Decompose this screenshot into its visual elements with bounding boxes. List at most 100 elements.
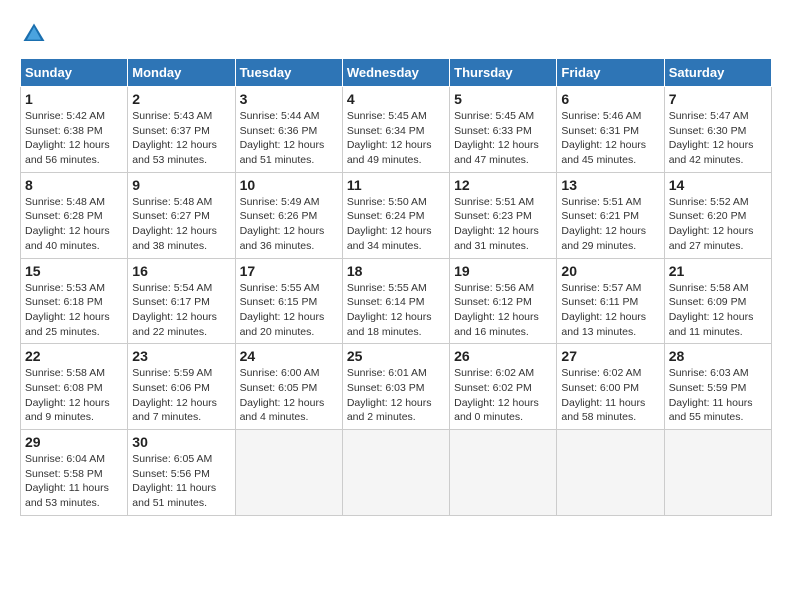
day-info: Sunrise: 5:47 AMSunset: 6:30 PMDaylight:… bbox=[669, 109, 767, 168]
day-number: 14 bbox=[669, 177, 767, 193]
day-number: 17 bbox=[240, 263, 338, 279]
day-number: 13 bbox=[561, 177, 659, 193]
day-info: Sunrise: 6:04 AMSunset: 5:58 PMDaylight:… bbox=[25, 452, 123, 511]
day-info: Sunrise: 5:58 AMSunset: 6:09 PMDaylight:… bbox=[669, 281, 767, 340]
day-info: Sunrise: 5:51 AMSunset: 6:21 PMDaylight:… bbox=[561, 195, 659, 254]
weekday-header-friday: Friday bbox=[557, 59, 664, 87]
day-info: Sunrise: 6:03 AMSunset: 5:59 PMDaylight:… bbox=[669, 366, 767, 425]
day-number: 18 bbox=[347, 263, 445, 279]
empty-cell bbox=[664, 430, 771, 516]
calendar-day-13: 13 Sunrise: 5:51 AMSunset: 6:21 PMDayligh… bbox=[557, 172, 664, 258]
calendar-day-9: 9 Sunrise: 5:48 AMSunset: 6:27 PMDaylight… bbox=[128, 172, 235, 258]
day-number: 4 bbox=[347, 91, 445, 107]
day-number: 6 bbox=[561, 91, 659, 107]
day-number: 25 bbox=[347, 348, 445, 364]
empty-cell bbox=[450, 430, 557, 516]
day-info: Sunrise: 5:43 AMSunset: 6:37 PMDaylight:… bbox=[132, 109, 230, 168]
calendar-day-23: 23 Sunrise: 5:59 AMSunset: 6:06 PMDayligh… bbox=[128, 344, 235, 430]
weekday-header-thursday: Thursday bbox=[450, 59, 557, 87]
calendar-day-2: 2 Sunrise: 5:43 AMSunset: 6:37 PMDaylight… bbox=[128, 87, 235, 173]
calendar-day-6: 6 Sunrise: 5:46 AMSunset: 6:31 PMDaylight… bbox=[557, 87, 664, 173]
day-number: 30 bbox=[132, 434, 230, 450]
weekday-header-row: SundayMondayTuesdayWednesdayThursdayFrid… bbox=[21, 59, 772, 87]
logo bbox=[20, 20, 52, 48]
day-info: Sunrise: 5:51 AMSunset: 6:23 PMDaylight:… bbox=[454, 195, 552, 254]
day-number: 15 bbox=[25, 263, 123, 279]
day-info: Sunrise: 5:48 AMSunset: 6:27 PMDaylight:… bbox=[132, 195, 230, 254]
day-number: 11 bbox=[347, 177, 445, 193]
day-info: Sunrise: 5:54 AMSunset: 6:17 PMDaylight:… bbox=[132, 281, 230, 340]
calendar-row: 8 Sunrise: 5:48 AMSunset: 6:28 PMDaylight… bbox=[21, 172, 772, 258]
day-number: 8 bbox=[25, 177, 123, 193]
day-info: Sunrise: 5:48 AMSunset: 6:28 PMDaylight:… bbox=[25, 195, 123, 254]
empty-cell bbox=[557, 430, 664, 516]
calendar-day-8: 8 Sunrise: 5:48 AMSunset: 6:28 PMDaylight… bbox=[21, 172, 128, 258]
calendar-day-27: 27 Sunrise: 6:02 AMSunset: 6:00 PMDayligh… bbox=[557, 344, 664, 430]
day-number: 7 bbox=[669, 91, 767, 107]
day-info: Sunrise: 6:02 AMSunset: 6:00 PMDaylight:… bbox=[561, 366, 659, 425]
calendar-day-30: 30 Sunrise: 6:05 AMSunset: 5:56 PMDayligh… bbox=[128, 430, 235, 516]
calendar-day-3: 3Sunrise: 5:44 AMSunset: 6:36 PMDaylight… bbox=[235, 87, 342, 173]
day-number: 3 bbox=[240, 91, 338, 107]
calendar-day-15: 15 Sunrise: 5:53 AMSunset: 6:18 PMDayligh… bbox=[21, 258, 128, 344]
day-number: 24 bbox=[240, 348, 338, 364]
day-info: Sunrise: 5:50 AMSunset: 6:24 PMDaylight:… bbox=[347, 195, 445, 254]
day-info: Sunrise: 5:53 AMSunset: 6:18 PMDaylight:… bbox=[25, 281, 123, 340]
day-info: Sunrise: 5:45 AMSunset: 6:33 PMDaylight:… bbox=[454, 109, 552, 168]
day-info: Sunrise: 6:01 AMSunset: 6:03 PMDaylight:… bbox=[347, 366, 445, 425]
weekday-header-saturday: Saturday bbox=[664, 59, 771, 87]
calendar-table: SundayMondayTuesdayWednesdayThursdayFrid… bbox=[20, 58, 772, 516]
day-info: Sunrise: 6:05 AMSunset: 5:56 PMDaylight:… bbox=[132, 452, 230, 511]
calendar-day-29: 29 Sunrise: 6:04 AMSunset: 5:58 PMDayligh… bbox=[21, 430, 128, 516]
calendar-day-5: 5 Sunrise: 5:45 AMSunset: 6:33 PMDaylight… bbox=[450, 87, 557, 173]
calendar-day-26: 26 Sunrise: 6:02 AMSunset: 6:02 PMDayligh… bbox=[450, 344, 557, 430]
weekday-header-monday: Monday bbox=[128, 59, 235, 87]
day-info: Sunrise: 5:55 AMSunset: 6:15 PMDaylight:… bbox=[240, 281, 338, 340]
day-number: 28 bbox=[669, 348, 767, 364]
weekday-header-wednesday: Wednesday bbox=[342, 59, 449, 87]
calendar-day-19: 19Sunrise: 5:56 AMSunset: 6:12 PMDayligh… bbox=[450, 258, 557, 344]
calendar-day-4: 4Sunrise: 5:45 AMSunset: 6:34 PMDaylight… bbox=[342, 87, 449, 173]
day-number: 26 bbox=[454, 348, 552, 364]
day-info: Sunrise: 5:59 AMSunset: 6:06 PMDaylight:… bbox=[132, 366, 230, 425]
calendar-day-7: 7 Sunrise: 5:47 AMSunset: 6:30 PMDaylight… bbox=[664, 87, 771, 173]
day-info: Sunrise: 5:55 AMSunset: 6:14 PMDaylight:… bbox=[347, 281, 445, 340]
empty-cell bbox=[342, 430, 449, 516]
calendar-day-20: 20 Sunrise: 5:57 AMSunset: 6:11 PMDayligh… bbox=[557, 258, 664, 344]
day-number: 29 bbox=[25, 434, 123, 450]
calendar-row: 1Sunrise: 5:42 AMSunset: 6:38 PMDaylight… bbox=[21, 87, 772, 173]
day-number: 2 bbox=[132, 91, 230, 107]
calendar-row: 22 Sunrise: 5:58 AMSunset: 6:08 PMDayligh… bbox=[21, 344, 772, 430]
weekday-header-tuesday: Tuesday bbox=[235, 59, 342, 87]
day-info: Sunrise: 5:58 AMSunset: 6:08 PMDaylight:… bbox=[25, 366, 123, 425]
calendar-day-10: 10Sunrise: 5:49 AMSunset: 6:26 PMDayligh… bbox=[235, 172, 342, 258]
calendar-row: 29 Sunrise: 6:04 AMSunset: 5:58 PMDayligh… bbox=[21, 430, 772, 516]
calendar-day-11: 11 Sunrise: 5:50 AMSunset: 6:24 PMDayligh… bbox=[342, 172, 449, 258]
day-info: Sunrise: 6:00 AMSunset: 6:05 PMDaylight:… bbox=[240, 366, 338, 425]
calendar-day-1: 1Sunrise: 5:42 AMSunset: 6:38 PMDaylight… bbox=[21, 87, 128, 173]
day-number: 5 bbox=[454, 91, 552, 107]
day-number: 1 bbox=[25, 91, 123, 107]
calendar-day-14: 14Sunrise: 5:52 AMSunset: 6:20 PMDayligh… bbox=[664, 172, 771, 258]
calendar-day-18: 18 Sunrise: 5:55 AMSunset: 6:14 PMDayligh… bbox=[342, 258, 449, 344]
day-number: 16 bbox=[132, 263, 230, 279]
day-number: 27 bbox=[561, 348, 659, 364]
calendar-day-12: 12 Sunrise: 5:51 AMSunset: 6:23 PMDayligh… bbox=[450, 172, 557, 258]
calendar-day-25: 25 Sunrise: 6:01 AMSunset: 6:03 PMDayligh… bbox=[342, 344, 449, 430]
day-number: 19 bbox=[454, 263, 552, 279]
calendar-day-21: 21 Sunrise: 5:58 AMSunset: 6:09 PMDayligh… bbox=[664, 258, 771, 344]
day-info: Sunrise: 5:46 AMSunset: 6:31 PMDaylight:… bbox=[561, 109, 659, 168]
day-number: 21 bbox=[669, 263, 767, 279]
day-number: 9 bbox=[132, 177, 230, 193]
empty-cell bbox=[235, 430, 342, 516]
header bbox=[20, 20, 772, 48]
weekday-header-sunday: Sunday bbox=[21, 59, 128, 87]
day-number: 12 bbox=[454, 177, 552, 193]
day-number: 22 bbox=[25, 348, 123, 364]
day-info: Sunrise: 6:02 AMSunset: 6:02 PMDaylight:… bbox=[454, 366, 552, 425]
day-number: 23 bbox=[132, 348, 230, 364]
logo-icon bbox=[20, 20, 48, 48]
calendar-day-22: 22 Sunrise: 5:58 AMSunset: 6:08 PMDayligh… bbox=[21, 344, 128, 430]
day-number: 20 bbox=[561, 263, 659, 279]
day-info: Sunrise: 5:57 AMSunset: 6:11 PMDaylight:… bbox=[561, 281, 659, 340]
